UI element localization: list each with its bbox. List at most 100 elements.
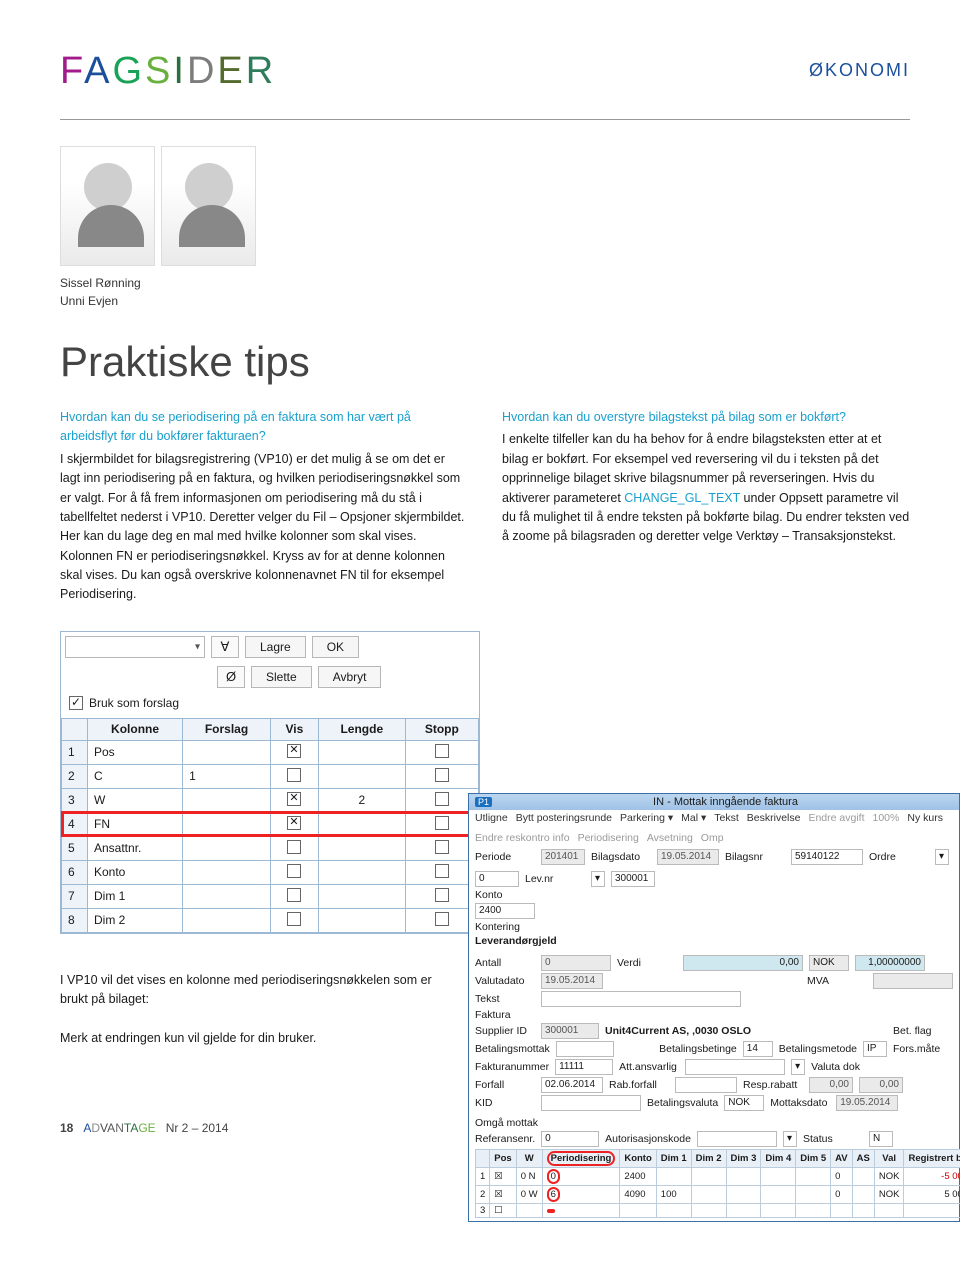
fld-periode[interactable]: 201401 (541, 849, 585, 865)
forall-button[interactable]: ∀ (211, 636, 239, 658)
p1-badge: P1 (475, 797, 492, 807)
lbl-konto: Konto (475, 889, 535, 901)
mnu-parkering[interactable]: Parkering ▾ (620, 812, 673, 824)
fld-valutadato[interactable]: 19.05.2014 (541, 973, 603, 989)
fld-mva[interactable] (873, 973, 953, 989)
page-number: 18 (60, 1121, 73, 1135)
grid-header[interactable]: Dim 2 (691, 1149, 726, 1167)
author-1: Sissel Rønning (60, 274, 910, 292)
grid-header[interactable]: Dim 4 (761, 1149, 796, 1167)
grid-header[interactable]: Konto (620, 1149, 656, 1167)
table-row[interactable]: 8Dim 2 (62, 908, 479, 932)
mnu-tekst[interactable]: Tekst (714, 812, 739, 824)
table-row[interactable]: 6Konto (62, 860, 479, 884)
lbl-levnr: Lev.nr (525, 873, 585, 885)
slette-button[interactable]: Slette (251, 666, 312, 688)
fld-resprabatt2[interactable]: 0,00 (859, 1077, 903, 1093)
fld-betvaluta[interactable]: NOK (724, 1095, 764, 1111)
mnu-endreavgift[interactable]: Endre avgift (808, 812, 864, 824)
fld-forfall[interactable]: 02.06.2014 (541, 1077, 603, 1093)
grid-header[interactable]: Pos (490, 1149, 516, 1167)
grid-header[interactable]: Dim 1 (656, 1149, 691, 1167)
page-title: Praktiske tips (60, 338, 910, 386)
grid-row[interactable]: 3☐ (476, 1203, 960, 1217)
fld-antall[interactable]: 0 (541, 955, 611, 971)
fld-kid[interactable] (541, 1095, 641, 1111)
fld-mottaksdato[interactable]: 19.05.2014 (836, 1095, 898, 1111)
fld-tekst[interactable] (541, 991, 741, 1007)
th-vis[interactable]: Vis (270, 718, 318, 740)
fld-resprabatt[interactable]: 0,00 (809, 1077, 853, 1093)
author-photo-1 (60, 146, 155, 266)
author-names: Sissel Rønning Unni Evjen (60, 274, 910, 310)
ok-button[interactable]: OK (312, 636, 359, 658)
mnu-omp[interactable]: Omp (701, 832, 724, 844)
fld-rabforfall[interactable] (675, 1077, 737, 1093)
window-title: IN - Mottak inngående faktura (498, 796, 953, 808)
grid-header[interactable]: W (516, 1149, 542, 1167)
mnu-100[interactable]: 100% (873, 812, 900, 824)
grid-header[interactable] (476, 1149, 490, 1167)
grid-header[interactable]: Dim 5 (796, 1149, 831, 1167)
fld-konto[interactable]: 2400 (475, 903, 535, 919)
fld-bilagsdato[interactable]: 19.05.2014 (657, 849, 719, 865)
th-stopp[interactable]: Stopp (405, 718, 478, 740)
fld-fakturanr[interactable]: 11111 (555, 1059, 613, 1075)
answer-1: I skjermbildet for bilagsregistrering (V… (60, 450, 468, 605)
fld-rate[interactable]: 1,00000000 (855, 955, 925, 971)
lagre-button[interactable]: Lagre (245, 636, 306, 658)
fld-levnr[interactable]: 300001 (611, 871, 655, 887)
fld-betbetinge[interactable]: 14 (743, 1041, 773, 1057)
mnu-bytt[interactable]: Bytt posteringsrunde (516, 812, 612, 824)
mnu-beskrivelse[interactable]: Beskrivelse (747, 812, 801, 824)
table-row[interactable]: 2C1 (62, 764, 479, 788)
grid-row[interactable]: 2☒0 W640901000NOK5 000,005 000,0011111 (476, 1185, 960, 1203)
use-default-checkbox[interactable] (69, 696, 83, 710)
fld-attansv[interactable] (685, 1059, 785, 1075)
grid-row[interactable]: 1☒0 N024000NOK-5 000,00-5 000,0011111 (476, 1167, 960, 1185)
grid-header[interactable]: Periodisering (542, 1149, 620, 1167)
fld-status[interactable]: N (869, 1131, 893, 1147)
fld-ordre[interactable]: 0 (475, 871, 519, 887)
fld-refnr[interactable]: 0 (541, 1131, 599, 1147)
lbl-antall: Antall (475, 957, 535, 969)
table-row[interactable]: 4FN (62, 812, 479, 836)
table-row[interactable]: 1Pos (62, 740, 479, 764)
fld-nok[interactable]: NOK (809, 955, 849, 971)
fld-autkode[interactable] (697, 1131, 777, 1147)
lbl-faktura: Faktura (475, 1009, 535, 1021)
table-row[interactable]: 7Dim 1 (62, 884, 479, 908)
strike-button[interactable]: Ø (217, 666, 245, 688)
grid-header[interactable]: Dim 3 (726, 1149, 761, 1167)
fld-bilagsnr[interactable]: 59140122 (791, 849, 863, 865)
mnu-mal[interactable]: Mal ▾ (681, 812, 706, 824)
fld-supplier[interactable]: 300001 (541, 1023, 599, 1039)
magazine-name: ADVANTAGE (83, 1121, 155, 1135)
template-combo[interactable]: ▾ (65, 636, 205, 658)
mnu-utligne[interactable]: Utligne (475, 812, 508, 824)
mnu-reskontro[interactable]: Endre reskontro info (475, 832, 570, 844)
grid-header[interactable]: Registrert beløp (904, 1149, 960, 1167)
question-2: Hvordan kan du overstyre bilagstekst på … (502, 408, 910, 427)
lbl-kid: KID (475, 1097, 535, 1109)
mnu-nykurs[interactable]: Ny kurs (907, 812, 943, 824)
grid-header[interactable]: AS (852, 1149, 874, 1167)
fld-verdi[interactable]: 0,00 (683, 955, 803, 971)
lbl-autorisasjon: Autorisasjonskode (605, 1133, 691, 1145)
table-row[interactable]: 3W2 (62, 788, 479, 812)
fld-betmetode[interactable]: IP (863, 1041, 887, 1057)
grid-header[interactable]: AV (831, 1149, 853, 1167)
lbl-mottaksdato: Mottaksdato (770, 1097, 830, 1109)
avbryt-button[interactable]: Avbryt (318, 666, 382, 688)
mnu-avsetning[interactable]: Avsetning (647, 832, 693, 844)
grid-header[interactable]: Val (874, 1149, 904, 1167)
th-kolonne[interactable]: Kolonne (88, 718, 183, 740)
txt-unit: Unit4Current AS, ,0030 OSLO (605, 1025, 751, 1037)
mnu-periodisering[interactable]: Periodisering (578, 832, 639, 844)
th-lengde[interactable]: Lengde (318, 718, 405, 740)
th-forslag[interactable]: Forslag (183, 718, 271, 740)
table-row[interactable]: 5Ansattnr. (62, 836, 479, 860)
answer-2: I enkelte tilfeller kan du ha behov for … (502, 430, 910, 546)
fld-betmottak[interactable] (556, 1041, 614, 1057)
lbl-supplier: Supplier ID (475, 1025, 535, 1037)
